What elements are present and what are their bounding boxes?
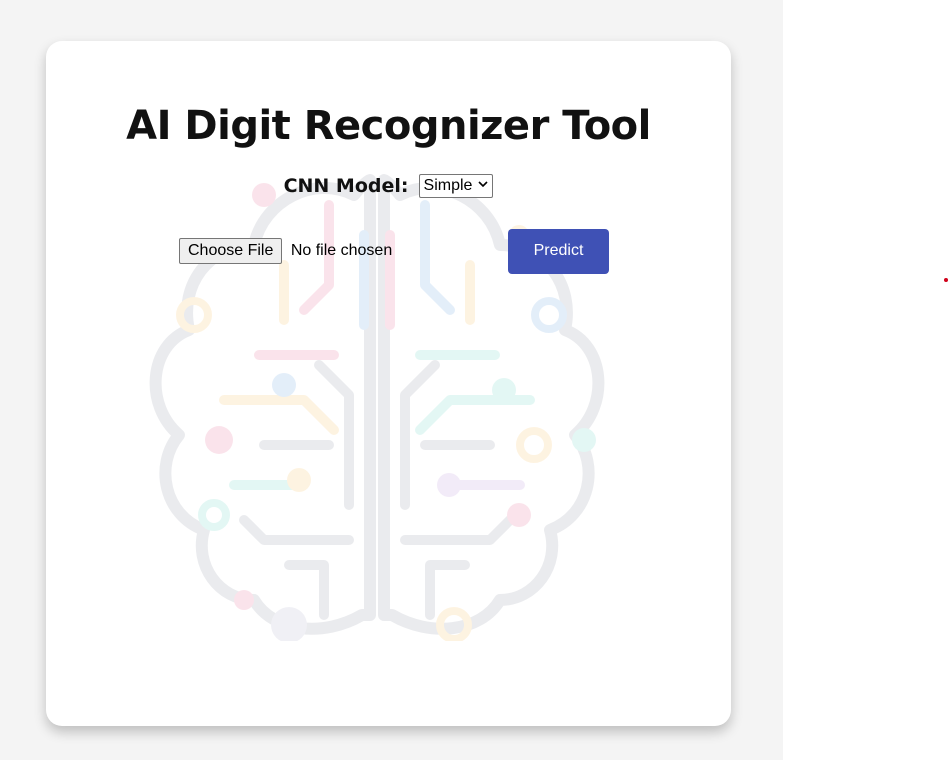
model-selector-row: CNN Model: Simple [46, 174, 731, 198]
brain-circuit-icon [149, 174, 605, 641]
model-select-value: Simple [423, 177, 473, 195]
indicator-dot [944, 278, 948, 282]
predict-button[interactable]: Predict [508, 229, 609, 274]
main-card: AI Digit Recognizer Tool CNN Model: Simp… [46, 41, 731, 726]
file-upload-row: Choose File No file chosen [179, 238, 392, 264]
right-pane [783, 0, 951, 760]
model-select[interactable]: Simple [418, 174, 494, 198]
model-label: CNN Model: [283, 175, 409, 197]
file-status-text: No file chosen [290, 242, 393, 259]
choose-file-button[interactable]: Choose File [179, 238, 283, 264]
page-title: AI Digit Recognizer Tool [126, 103, 651, 149]
chevron-down-icon [478, 176, 489, 196]
